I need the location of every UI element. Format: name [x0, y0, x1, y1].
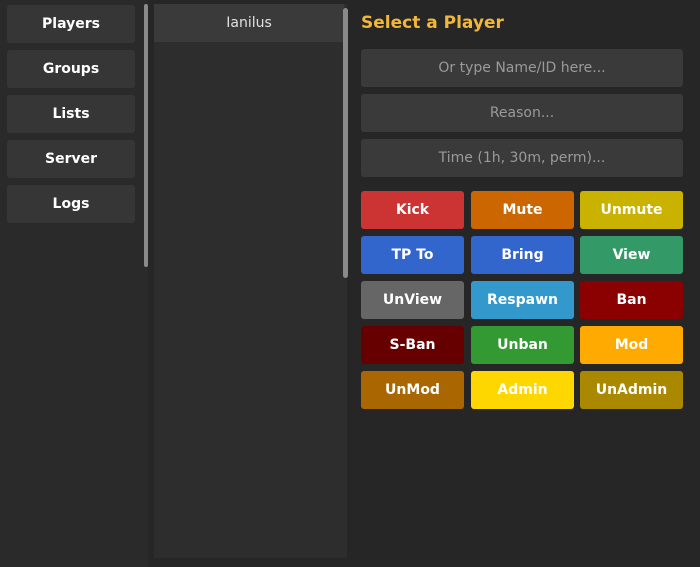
- tp-to-button[interactable]: TP To: [361, 236, 464, 274]
- time-input[interactable]: [361, 139, 683, 177]
- unview-button[interactable]: UnView: [361, 281, 464, 319]
- nav-players-button[interactable]: Players: [7, 5, 135, 43]
- nav-groups-button[interactable]: Groups: [7, 50, 135, 88]
- kick-button[interactable]: Kick: [361, 191, 464, 229]
- mute-button[interactable]: Mute: [471, 191, 574, 229]
- target-input[interactable]: [361, 49, 683, 87]
- reason-input[interactable]: [361, 94, 683, 132]
- mod-button[interactable]: Mod: [580, 326, 683, 364]
- sidebar: Players Groups Lists Server Logs: [0, 0, 148, 567]
- unban-button[interactable]: Unban: [471, 326, 574, 364]
- panel-title: Select a Player: [361, 13, 504, 33]
- respawn-button[interactable]: Respawn: [471, 281, 574, 319]
- nav-server-button[interactable]: Server: [7, 140, 135, 178]
- ban-button[interactable]: Ban: [580, 281, 683, 319]
- nav-logs-button[interactable]: Logs: [7, 185, 135, 223]
- player-list: Ianilus: [154, 4, 347, 558]
- unmute-button[interactable]: Unmute: [580, 191, 683, 229]
- admin-button[interactable]: Admin: [471, 371, 574, 409]
- sidebar-scrollbar[interactable]: [144, 4, 148, 267]
- player-list-scrollbar[interactable]: [343, 8, 348, 278]
- nav-lists-button[interactable]: Lists: [7, 95, 135, 133]
- bring-button[interactable]: Bring: [471, 236, 574, 274]
- view-button[interactable]: View: [580, 236, 683, 274]
- s-ban-button[interactable]: S-Ban: [361, 326, 464, 364]
- unmod-button[interactable]: UnMod: [361, 371, 464, 409]
- player-list-item[interactable]: Ianilus: [154, 4, 344, 42]
- unadmin-button[interactable]: UnAdmin: [580, 371, 683, 409]
